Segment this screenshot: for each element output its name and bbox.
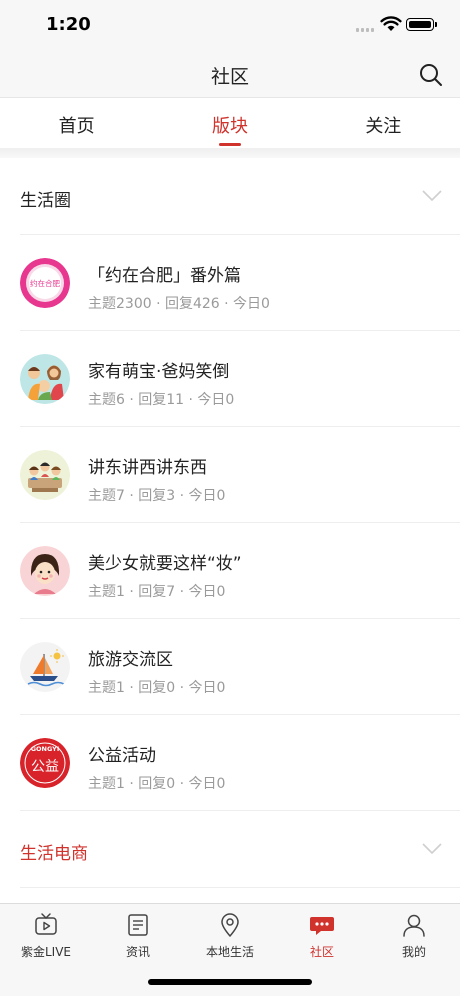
- status-time: 1:20: [46, 14, 91, 35]
- tabbar-item-community[interactable]: 社区: [276, 904, 368, 966]
- section-header-life-circle[interactable]: 生活圈: [20, 158, 460, 235]
- section-header-ecommerce[interactable]: 生活电商: [20, 811, 460, 888]
- yue-zai-hefei-logo-icon: 约在合肥: [20, 258, 70, 308]
- tabs-divider: [0, 148, 460, 158]
- location-pin-icon: [221, 913, 239, 937]
- tab-boards[interactable]: 版块: [153, 98, 306, 148]
- board-stats: 主题1 · 回复7 · 今日0: [88, 584, 226, 600]
- board-list: 生活圈 约在合肥 「约在合肥」番外篇 主题2300 · 回复426 · 今日0: [0, 158, 460, 888]
- home-indicator[interactable]: [148, 979, 312, 985]
- chevron-down-icon: [422, 843, 442, 855]
- page-title: 社区: [210, 66, 249, 88]
- board-name: 旅游交流区: [88, 650, 173, 670]
- sailboat-icon: [20, 642, 70, 692]
- tab-home[interactable]: 首页: [0, 98, 153, 148]
- board-name: 美少女就要这样“妆”: [88, 554, 242, 574]
- board-item[interactable]: 旅游交流区 主题1 · 回复0 · 今日0: [20, 619, 460, 715]
- nav-bar: 社区: [0, 50, 460, 98]
- tabbar-item-local-life[interactable]: 本地生活: [184, 904, 276, 966]
- app-screen: 1:20 社区 首页 版块 关注 生活圈 约在合肥 「约在合肥」番外篇 主题23…: [0, 0, 460, 996]
- battery-icon: [406, 18, 437, 31]
- board-item[interactable]: GONGYI 公益 公益活动 主题1 · 回复0 · 今日0: [20, 715, 460, 811]
- search-icon[interactable]: [418, 62, 444, 88]
- board-item[interactable]: 家有萌宝·爸妈笑倒 主题6 · 回复11 · 今日0: [20, 331, 460, 427]
- board-name: 讲东讲西讲东西: [88, 458, 207, 478]
- logo-text: 约在合肥: [30, 278, 60, 288]
- board-stats: 主题1 · 回复0 · 今日0: [88, 776, 226, 792]
- community-chat-icon: [310, 917, 334, 935]
- board-name: 公益活动: [88, 746, 156, 766]
- girl-makeup-cartoon-icon: [20, 546, 70, 596]
- tabbar-item-live[interactable]: 紫金LIVE: [0, 904, 92, 966]
- board-stats: 主题1 · 回复0 · 今日0: [88, 680, 226, 696]
- tabbar-item-mine[interactable]: 我的: [368, 904, 460, 966]
- board-item[interactable]: 讲东讲西讲东西 主题7 · 回复3 · 今日0: [20, 427, 460, 523]
- family-cartoon-icon: [20, 354, 70, 404]
- person-icon: [403, 914, 425, 937]
- logo-top-text: GONGYI: [31, 745, 60, 753]
- tabbar-label: 本地生活: [205, 945, 254, 959]
- wifi-icon: [380, 16, 402, 31]
- chat-group-cartoon-icon: [20, 450, 70, 500]
- board-stats: 主题6 · 回复11 · 今日0: [88, 392, 235, 408]
- board-name: 家有萌宝·爸妈笑倒: [88, 362, 230, 382]
- board-item[interactable]: 美少女就要这样“妆” 主题1 · 回复7 · 今日0: [20, 523, 460, 619]
- tab-follow[interactable]: 关注: [307, 98, 460, 148]
- top-tabs: 首页 版块 关注: [0, 98, 460, 148]
- tabbar-label: 紫金LIVE: [20, 945, 72, 959]
- section-title: 生活电商: [20, 844, 88, 864]
- cellular-signal-icon: [356, 26, 374, 32]
- tabbar-label: 我的: [401, 945, 426, 959]
- news-list-icon: [128, 914, 148, 936]
- status-bar: 1:20: [0, 0, 460, 50]
- board-name: 「约在合肥」番外篇: [88, 266, 241, 286]
- board-stats: 主题2300 · 回复426 · 今日0: [88, 296, 270, 312]
- tabbar-item-news[interactable]: 资讯: [92, 904, 184, 966]
- gongyi-logo-icon: GONGYI 公益: [20, 738, 70, 788]
- board-item[interactable]: 约在合肥 「约在合肥」番外篇 主题2300 · 回复426 · 今日0: [20, 235, 460, 331]
- tabbar-label: 资讯: [125, 945, 150, 959]
- section-title: 生活圈: [20, 191, 71, 211]
- chevron-down-icon: [422, 190, 442, 202]
- logo-main-text: 公益: [31, 759, 59, 775]
- board-stats: 主题7 · 回复3 · 今日0: [88, 488, 226, 504]
- tabbar-label: 社区: [309, 945, 334, 959]
- tv-play-icon: [35, 913, 57, 935]
